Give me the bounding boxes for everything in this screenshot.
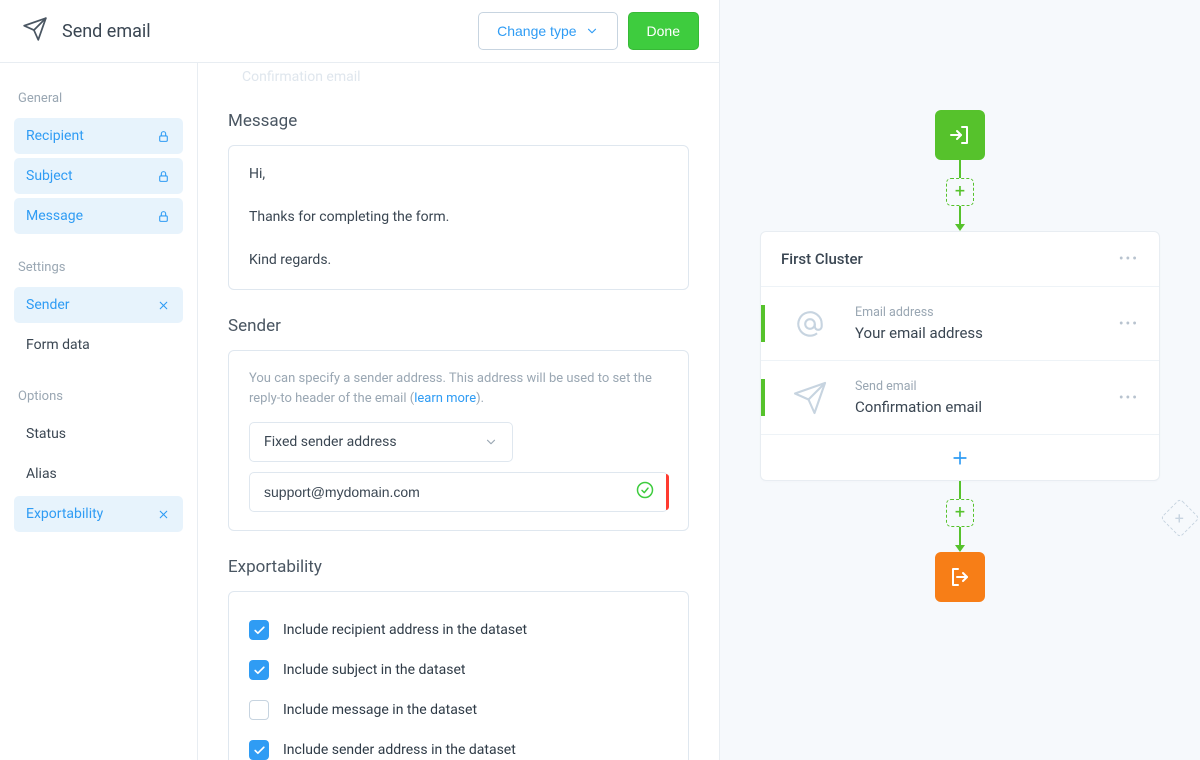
flow-canvas[interactable]: + First Cluster ••• Email address Your e… xyxy=(720,0,1200,760)
change-type-button[interactable]: Change type xyxy=(478,12,617,50)
lock-icon xyxy=(155,168,171,184)
cluster-item-title: Confirmation email xyxy=(855,398,1119,416)
cluster-item-send-email[interactable]: Send email Confirmation email ••• xyxy=(761,361,1159,434)
sidebar-item-label: Recipient xyxy=(26,128,84,144)
paper-plane-icon xyxy=(765,380,855,416)
sidebar-item-label: Status xyxy=(26,426,66,442)
done-label: Done xyxy=(647,23,680,39)
sidebar-item-label: Form data xyxy=(26,337,90,353)
export-option-recipient[interactable]: Include recipient address in the dataset xyxy=(249,610,668,650)
export-option-message[interactable]: Include message in the dataset xyxy=(249,690,668,730)
required-indicator xyxy=(666,474,669,510)
at-icon xyxy=(765,306,855,342)
message-textarea[interactable]: Hi, Thanks for completing the form. Kind… xyxy=(228,145,689,290)
flow-end-node[interactable] xyxy=(935,552,985,602)
lock-icon xyxy=(155,208,171,224)
select-value: Fixed sender address xyxy=(264,434,397,450)
message-line: Kind regards. xyxy=(249,250,668,271)
message-line: Thanks for completing the form. xyxy=(249,207,668,228)
plus-icon: + xyxy=(1175,508,1184,527)
checkbox-icon xyxy=(249,740,269,760)
item-menu-button[interactable]: ••• xyxy=(1119,316,1139,332)
sidebar-heading-options: Options xyxy=(18,389,179,404)
sidebar-item-sender[interactable]: Sender xyxy=(14,287,183,323)
check-circle-icon xyxy=(636,481,654,503)
main-content: Confirmation email Message Hi, Thanks fo… xyxy=(198,63,719,760)
add-node-button[interactable]: + xyxy=(946,499,974,527)
cluster-title: First Cluster xyxy=(781,250,863,268)
section-heading-sender: Sender xyxy=(228,316,689,336)
sidebar-item-label: Subject xyxy=(26,168,73,184)
section-heading-exportability: Exportability xyxy=(228,557,689,577)
plus-icon xyxy=(950,448,970,468)
sender-type-select[interactable]: Fixed sender address xyxy=(249,422,513,462)
done-button[interactable]: Done xyxy=(628,12,699,50)
chevron-down-icon xyxy=(585,24,599,38)
sidebar-item-label: Alias xyxy=(26,466,57,482)
sidebar-heading-settings: Settings xyxy=(18,260,179,275)
export-option-sender[interactable]: Include sender address in the dataset xyxy=(249,730,668,760)
exit-icon xyxy=(948,565,972,589)
chevron-down-icon xyxy=(484,435,498,449)
checkbox-label: Include subject in the dataset xyxy=(283,662,465,678)
sidebar-item-alias[interactable]: Alias xyxy=(14,456,183,492)
sidebar-item-label: Sender xyxy=(26,297,70,313)
add-node-button[interactable]: + xyxy=(946,178,974,206)
learn-more-link[interactable]: learn more xyxy=(414,391,476,406)
sidebar: General Recipient Subject Message xyxy=(0,63,198,760)
cluster-add-button[interactable] xyxy=(761,434,1159,480)
sidebar-item-status[interactable]: Status xyxy=(14,416,183,452)
export-option-subject[interactable]: Include subject in the dataset xyxy=(249,650,668,690)
faded-prev-title: Confirmation email xyxy=(228,63,689,85)
checkbox-icon xyxy=(249,700,269,720)
cluster-item-title: Your email address xyxy=(855,324,1119,342)
close-icon[interactable] xyxy=(155,297,171,313)
checkbox-label: Include sender address in the dataset xyxy=(283,742,516,758)
cluster-menu-button[interactable]: ••• xyxy=(1119,251,1139,267)
change-type-label: Change type xyxy=(497,23,576,39)
cluster-item-caption: Email address xyxy=(855,305,1119,320)
sender-email-input[interactable] xyxy=(249,472,668,512)
cluster-item-caption: Send email xyxy=(855,379,1119,394)
sidebar-item-exportability[interactable]: Exportability xyxy=(14,496,183,532)
sidebar-heading-general: General xyxy=(18,91,179,106)
lock-icon xyxy=(155,128,171,144)
sidebar-item-form-data[interactable]: Form data xyxy=(14,327,183,363)
section-heading-message: Message xyxy=(228,111,689,131)
page-title: Send email xyxy=(62,21,151,42)
cluster-item-email-address[interactable]: Email address Your email address ••• xyxy=(761,287,1159,360)
close-icon[interactable] xyxy=(155,506,171,522)
sidebar-item-subject[interactable]: Subject xyxy=(14,158,183,194)
sidebar-item-label: Message xyxy=(26,208,83,224)
checkbox-label: Include message in the dataset xyxy=(283,702,477,718)
checkbox-icon xyxy=(249,620,269,640)
paper-plane-icon xyxy=(22,16,48,46)
item-menu-button[interactable]: ••• xyxy=(1119,390,1139,406)
sidebar-item-recipient[interactable]: Recipient xyxy=(14,118,183,154)
plus-icon: + xyxy=(955,183,965,201)
plus-icon: + xyxy=(955,504,965,522)
sidebar-item-label: Exportability xyxy=(26,506,103,522)
checkbox-label: Include recipient address in the dataset xyxy=(283,622,527,638)
sender-help-text: You can specify a sender address. This a… xyxy=(249,369,668,408)
cluster-card[interactable]: First Cluster ••• Email address Your ema… xyxy=(760,231,1160,481)
message-line: Hi, xyxy=(249,164,668,185)
checkbox-icon xyxy=(249,660,269,680)
enter-icon xyxy=(948,123,972,147)
sidebar-item-message[interactable]: Message xyxy=(14,198,183,234)
flow-start-node[interactable] xyxy=(935,110,985,160)
